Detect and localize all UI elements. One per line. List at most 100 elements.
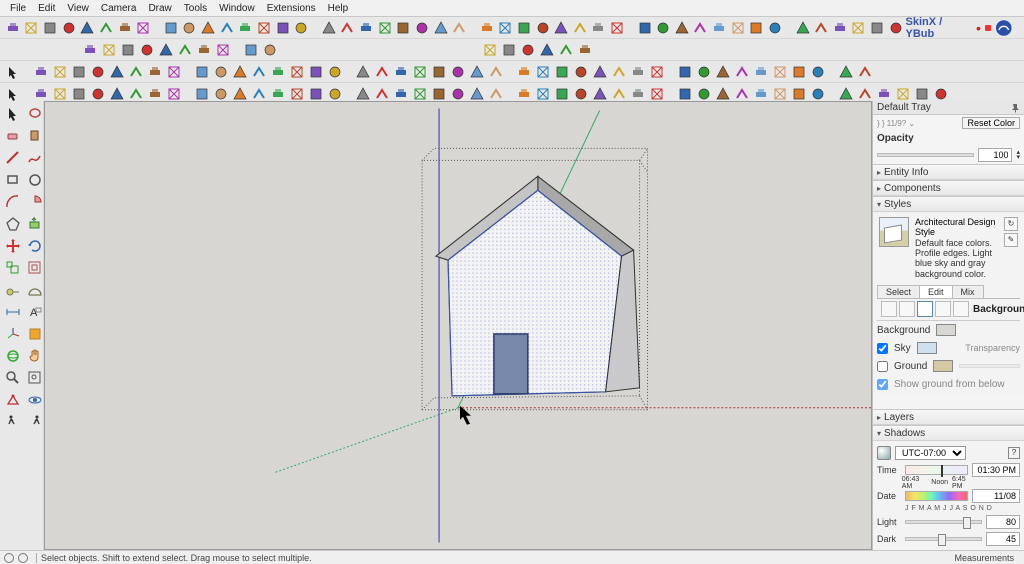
toolbar-button[interactable] — [449, 63, 467, 81]
toolbar-button[interactable] — [468, 63, 486, 81]
tab-mix[interactable]: Mix — [952, 285, 984, 298]
toolbar-button[interactable] — [32, 85, 50, 103]
toolbar-button[interactable] — [591, 85, 609, 103]
toolbar-button[interactable] — [496, 19, 514, 37]
toolbar-button[interactable] — [771, 85, 789, 103]
menu-help[interactable]: Help — [322, 1, 355, 16]
toolbar-button[interactable] — [553, 63, 571, 81]
toolbar-button[interactable] — [108, 63, 126, 81]
light-value-input[interactable] — [986, 515, 1020, 529]
section-components[interactable]: Components — [873, 181, 1024, 196]
toolbar-button[interactable] — [146, 63, 164, 81]
tab-select[interactable]: Select — [877, 285, 920, 298]
toolbar-button[interactable] — [165, 63, 183, 81]
axes-tool[interactable] — [2, 323, 22, 343]
toolbar-button[interactable] — [913, 85, 931, 103]
toolbar-button[interactable] — [214, 41, 232, 59]
toolbar-button[interactable] — [790, 85, 808, 103]
toolbar-button[interactable] — [695, 63, 713, 81]
toolbar-button[interactable] — [894, 85, 912, 103]
toolbar-button[interactable] — [373, 63, 391, 81]
toolbar-button[interactable] — [831, 19, 849, 37]
toolbar-button[interactable] — [809, 63, 827, 81]
toolbar-button[interactable] — [875, 85, 893, 103]
toolbar-button[interactable] — [193, 85, 211, 103]
menu-file[interactable]: File — [4, 1, 32, 16]
toolbar-button[interactable] — [195, 41, 213, 59]
toolbar-button[interactable] — [450, 19, 468, 37]
time-slider[interactable] — [905, 465, 968, 475]
watermark-settings-icon[interactable] — [935, 301, 951, 317]
text-tool[interactable]: A — [24, 301, 44, 321]
toolbar-button[interactable] — [134, 19, 152, 37]
toolbar-button[interactable] — [654, 19, 672, 37]
toolbar-button[interactable] — [576, 41, 594, 59]
toolbar-button[interactable] — [51, 63, 69, 81]
style-new-button[interactable]: ✎ — [1004, 233, 1018, 247]
toolbar-button[interactable] — [571, 19, 589, 37]
opacity-stepper-icon[interactable]: ▴▾ — [1016, 150, 1020, 160]
toolbar-button[interactable] — [218, 19, 236, 37]
rectangle-tool[interactable] — [2, 169, 22, 189]
sky-swatch[interactable] — [917, 342, 937, 354]
look-around-tool[interactable] — [24, 389, 44, 409]
toolbar-button[interactable] — [339, 19, 357, 37]
toolbar-button[interactable] — [430, 85, 448, 103]
viewport[interactable] — [44, 101, 872, 550]
toolbar-button[interactable] — [837, 85, 855, 103]
toolbar-button[interactable] — [790, 63, 808, 81]
move-tool[interactable] — [2, 235, 22, 255]
background-swatch[interactable] — [936, 324, 956, 336]
sky-checkbox[interactable] — [877, 343, 888, 354]
menu-extensions[interactable]: Extensions — [261, 1, 322, 16]
toolbar-button[interactable] — [89, 85, 107, 103]
tray-title[interactable]: Default Tray — [873, 101, 1024, 115]
section-shadows[interactable]: Shadows — [873, 426, 1024, 441]
toolbar-button[interactable] — [515, 19, 533, 37]
style-category-icons[interactable] — [881, 301, 969, 317]
light-slider[interactable] — [905, 520, 982, 524]
toolbar-button[interactable] — [23, 19, 41, 37]
toolbar-button[interactable] — [326, 85, 344, 103]
house-model[interactable] — [436, 176, 640, 395]
arc-tool[interactable] — [2, 191, 22, 211]
toolbar-button[interactable] — [146, 85, 164, 103]
toolbar-button[interactable] — [629, 63, 647, 81]
toolbar-button[interactable] — [868, 19, 886, 37]
toolbar-button[interactable] — [231, 63, 249, 81]
toolbar-button[interactable] — [269, 63, 287, 81]
toolbar-button[interactable] — [237, 19, 255, 37]
toolbar-button[interactable] — [629, 85, 647, 103]
toolbar-button[interactable] — [411, 85, 429, 103]
toolbar-button[interactable] — [212, 85, 230, 103]
toolbar-button[interactable] — [534, 63, 552, 81]
toolbar-button[interactable] — [354, 85, 372, 103]
toolbar-button[interactable] — [392, 85, 410, 103]
toolbar-button[interactable] — [553, 85, 571, 103]
toolbar-button[interactable] — [729, 19, 747, 37]
date-slider[interactable] — [905, 491, 968, 501]
dark-value-input[interactable] — [986, 532, 1020, 546]
menu-draw[interactable]: Draw — [142, 1, 177, 16]
menu-window[interactable]: Window — [213, 1, 261, 16]
toolbar-button[interactable] — [100, 41, 118, 59]
shadow-toggle-icon[interactable] — [877, 446, 891, 460]
pin-icon[interactable] — [1010, 103, 1020, 113]
toolbar-button[interactable] — [231, 85, 249, 103]
toolbar-button[interactable] — [60, 19, 78, 37]
date-value-input[interactable] — [972, 489, 1020, 503]
toolbar-button[interactable] — [676, 63, 694, 81]
toolbar-button[interactable] — [79, 19, 97, 37]
lasso-tool[interactable] — [24, 103, 44, 123]
credits-icon[interactable] — [18, 553, 28, 563]
toolbar-button[interactable] — [812, 19, 830, 37]
reset-color-button[interactable]: Reset Color — [962, 117, 1020, 129]
geo-location-icon[interactable] — [4, 553, 14, 563]
toolbar-button[interactable] — [199, 19, 217, 37]
toolbar-button[interactable] — [538, 41, 556, 59]
toolbar-button[interactable] — [771, 63, 789, 81]
toolbar-button[interactable] — [242, 41, 260, 59]
toolbar-button[interactable] — [292, 19, 310, 37]
paint-tool[interactable] — [24, 125, 44, 145]
toolbar-button[interactable] — [157, 41, 175, 59]
